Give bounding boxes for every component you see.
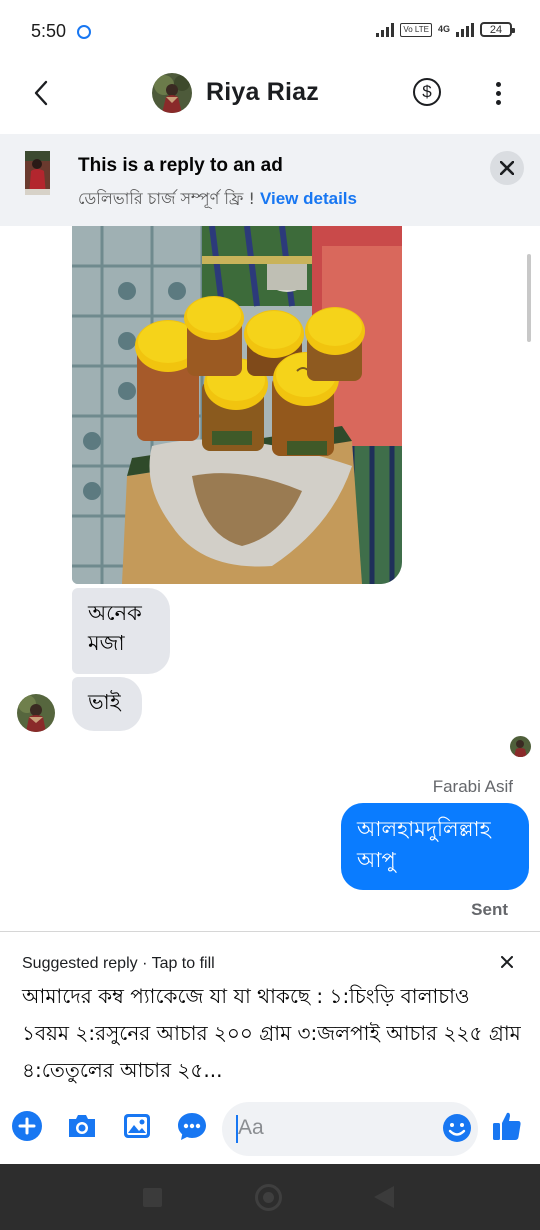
more-options-button[interactable]: [488, 78, 508, 108]
scrollbar[interactable]: [527, 254, 531, 342]
camera-button[interactable]: [66, 1110, 98, 1142]
recents-button[interactable]: [143, 1188, 162, 1207]
more-dot: [495, 99, 501, 105]
seen-receipt-avatar: [510, 736, 531, 757]
contact-avatar[interactable]: [152, 73, 192, 113]
battery-icon: 24: [480, 22, 515, 37]
like-button[interactable]: [491, 1110, 523, 1142]
home-button[interactable]: [255, 1184, 282, 1211]
camera-icon: [69, 1115, 95, 1137]
more-dot: [495, 81, 501, 87]
thumbs-up-icon: [493, 1112, 521, 1140]
message-placeholder: Aa: [238, 1116, 264, 1139]
chat-header: Riya Riaz $: [0, 62, 540, 134]
ad-thumbnail: [25, 151, 50, 195]
dismiss-suggestion-button[interactable]: [497, 952, 517, 972]
ad-subtitle: ডেলিভারি চার্জ সম্পূর্ণ ফ্রি !: [78, 189, 255, 208]
plus-button[interactable]: [11, 1110, 43, 1142]
ad-reply-banner[interactable]: This is a reply to an ad ডেলিভারি চার্জ …: [0, 134, 540, 226]
battery-level: 24: [489, 23, 503, 36]
gallery-button[interactable]: [121, 1110, 153, 1142]
emoji-button[interactable]: [442, 1113, 472, 1143]
contact-name[interactable]: Riya Riaz: [206, 78, 319, 107]
system-nav-bar: [0, 1164, 540, 1230]
system-back-button[interactable]: [374, 1186, 394, 1208]
suggested-reply-text[interactable]: আমাদের কম্ব প্যাকেজে যা যা থাকছে : ১:চিং…: [22, 978, 522, 1089]
smiley-icon: [443, 1114, 471, 1142]
ad-title: This is a reply to an ad: [78, 155, 283, 176]
photo-message[interactable]: [72, 226, 402, 584]
divider: [0, 931, 540, 932]
view-details-link[interactable]: View details: [260, 189, 357, 208]
ad-subtitle-row: ডেলিভারি চার্জ সম্পূর্ণ ফ্রি ! View deta…: [78, 186, 357, 213]
message-composer: Aa: [0, 1096, 540, 1164]
suggested-reply-label: Suggested reply · Tap to fill: [22, 955, 215, 972]
incoming-message[interactable]: ভাই: [72, 677, 142, 731]
plus-icon: [12, 1111, 42, 1141]
sync-icon: [77, 25, 91, 39]
sender-name: Farabi Asif: [432, 777, 513, 796]
sent-status: Sent: [471, 900, 508, 919]
volte-badge: Vo LTE: [400, 22, 432, 37]
more-dot: [495, 90, 501, 96]
close-banner-button[interactable]: [490, 151, 524, 185]
status-bar: 5:50 Vo LTE 4G 24: [0, 0, 540, 62]
incoming-message[interactable]: অনেক মজা: [72, 588, 170, 674]
network-label: 4G: [437, 24, 450, 34]
chat-bubble-icon: [178, 1113, 206, 1140]
close-icon: [501, 956, 513, 968]
outgoing-message[interactable]: আলহামদুলিল্লাহ আপু: [341, 803, 529, 890]
sticker-button[interactable]: [176, 1110, 208, 1142]
status-time: 5:50: [31, 21, 67, 41]
status-indicators: Vo LTE 4G 24: [376, 22, 515, 37]
signal-2-icon: [456, 22, 474, 37]
back-button[interactable]: [26, 78, 56, 108]
payment-button[interactable]: $: [413, 78, 441, 106]
image-icon: [124, 1114, 150, 1138]
message-input[interactable]: Aa: [222, 1102, 478, 1156]
close-icon: [500, 161, 514, 175]
signal-icon: [376, 22, 395, 37]
dollar-icon: $: [422, 82, 432, 101]
sender-avatar[interactable]: [17, 694, 55, 732]
chevron-left-icon: [34, 80, 48, 106]
